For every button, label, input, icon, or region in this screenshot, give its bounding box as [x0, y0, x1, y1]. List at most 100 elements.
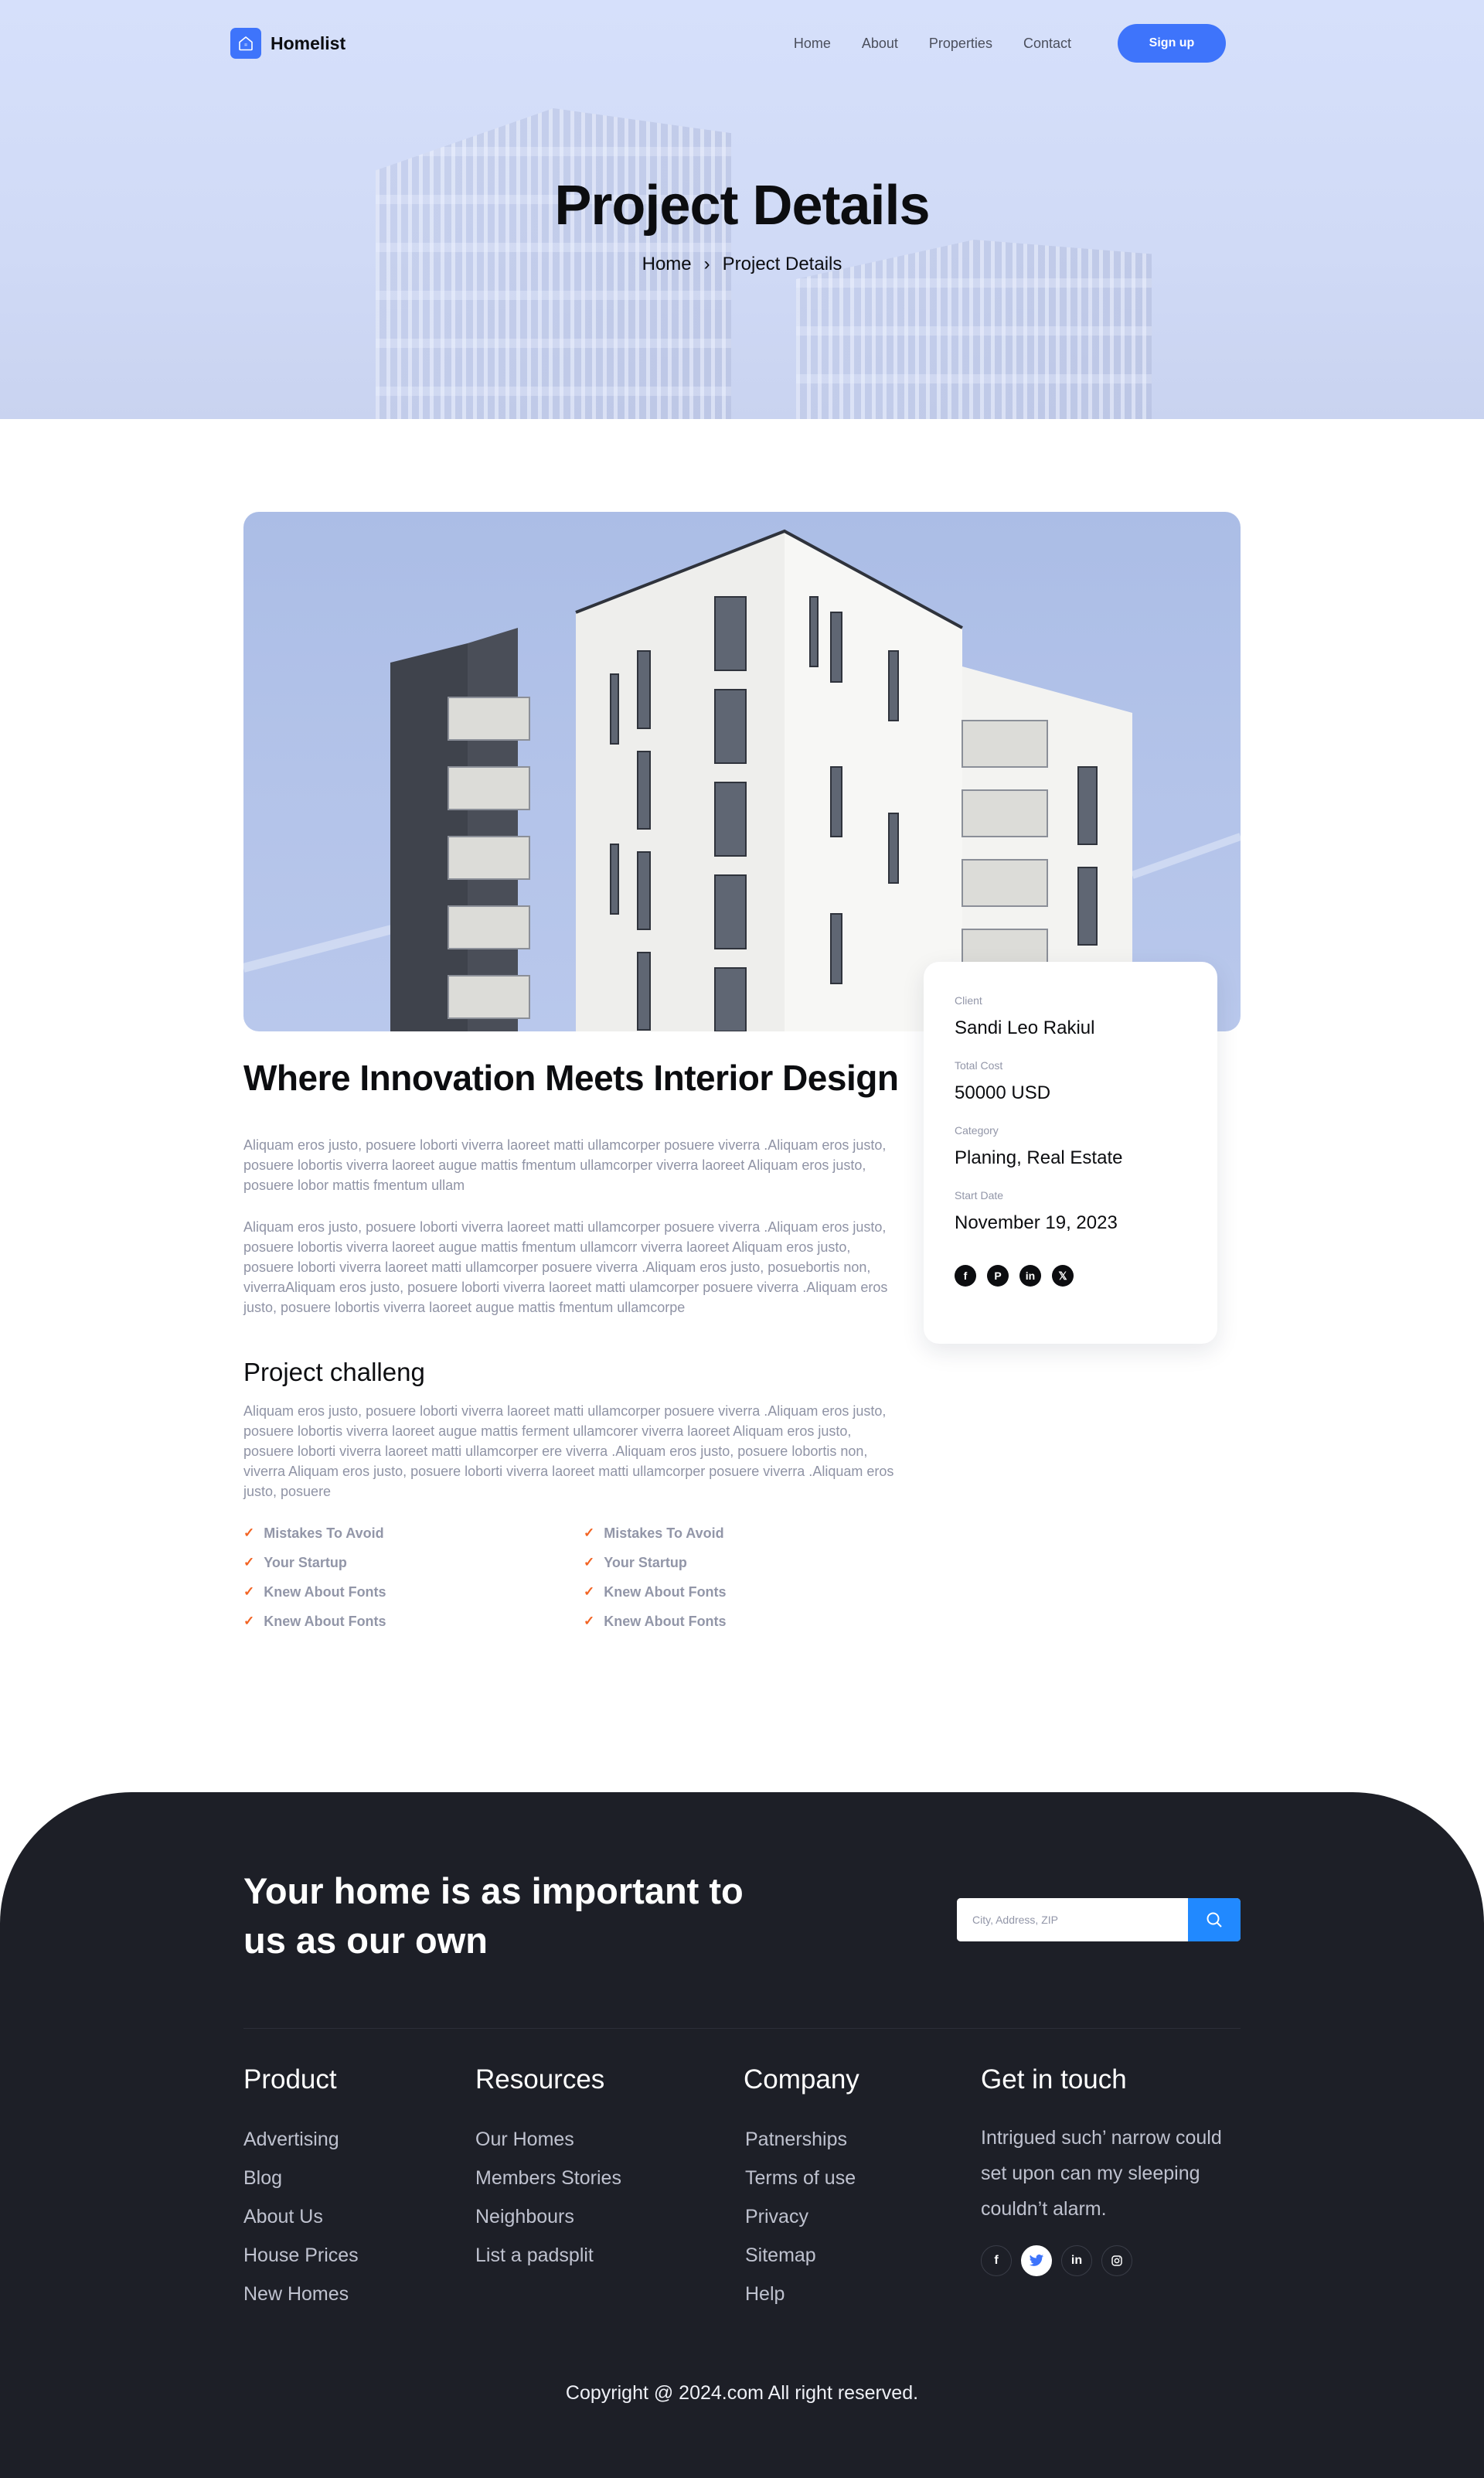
footer-column-product: Product Advertising Blog About Us House …	[243, 2064, 359, 2313]
hero-section: Homelist Home About Properties Contact S…	[0, 0, 1484, 419]
checklist-item: ✓ Knew About Fonts	[243, 1611, 584, 1631]
search-icon	[1207, 1912, 1222, 1928]
checklist-label: Mistakes To Avoid	[604, 1525, 724, 1541]
info-start-date: Start Date November 19, 2023	[955, 1189, 1186, 1234]
chevron-right-icon: ›	[703, 254, 710, 274]
info-client: Client Sandi Leo Rakiul	[955, 994, 1186, 1039]
checklist-label: Knew About Fonts	[264, 1583, 386, 1600]
footer-column-title: Company	[744, 2064, 859, 2095]
linkedin-icon[interactable]: in	[1019, 1265, 1041, 1287]
search-input[interactable]	[957, 1898, 1188, 1941]
checklist-label: Your Startup	[604, 1554, 687, 1570]
main-menu: Home About Properties Contact Sign up	[794, 24, 1226, 63]
footer-column-resources: Resources Our Homes Members Stories Neig…	[475, 2064, 621, 2275]
footer-link[interactable]: Neighbours	[475, 2197, 621, 2236]
check-icon: ✓	[584, 1525, 595, 1540]
footer-link[interactable]: Our Homes	[475, 2120, 621, 2159]
pinterest-icon[interactable]: P	[987, 1265, 1009, 1287]
x-icon[interactable]: 𝕏	[1052, 1265, 1074, 1287]
footer-link[interactable]: Patnerships	[744, 2120, 859, 2159]
checklist-item: ✓ Mistakes To Avoid	[243, 1523, 584, 1543]
check-icon: ✓	[243, 1614, 255, 1628]
checklist-label: Knew About Fonts	[264, 1613, 386, 1629]
brand[interactable]: Homelist	[230, 28, 345, 59]
project-info-card: Client Sandi Leo Rakiul Total Cost 50000…	[924, 962, 1217, 1344]
project-paragraph: Aliquam eros justo, posuere loborti vive…	[243, 1137, 887, 1193]
facebook-icon[interactable]: f	[981, 2245, 1012, 2276]
check-icon: ✓	[243, 1584, 255, 1599]
info-label: Client	[955, 994, 982, 1007]
twitter-icon[interactable]	[1021, 2245, 1052, 2276]
footer-social-icons: f in	[981, 2245, 1244, 2276]
footer-column-title: Resources	[475, 2064, 605, 2095]
nav-link-about[interactable]: About	[862, 36, 898, 52]
challenge-paragraph: Aliquam eros justo, posuere loborti vive…	[243, 1403, 894, 1499]
search-bar	[957, 1898, 1241, 1941]
house-logo-icon	[230, 28, 261, 59]
footer-column-title: Get in touch	[981, 2064, 1127, 2095]
facebook-icon[interactable]: f	[955, 1265, 976, 1287]
nav-link-contact[interactable]: Contact	[1023, 36, 1071, 52]
breadcrumb-current: Project Details	[722, 254, 842, 274]
footer-link[interactable]: List a padsplit	[475, 2236, 621, 2275]
info-value: November 19, 2023	[955, 1212, 1118, 1233]
info-label: Total Cost	[955, 1059, 1003, 1072]
footer: Your home is as important to us as our o…	[0, 1792, 1484, 2478]
challenge-heading: Project challeng	[243, 1358, 425, 1386]
footer-link[interactable]: House Prices	[243, 2236, 359, 2275]
checklist: ✓ Mistakes To Avoid ✓ Mistakes To Avoid ✓ Y…	[243, 1523, 900, 1631]
checklist-item: ✓ Your Startup	[243, 1553, 584, 1573]
project-heading: Where Innovation Meets Interior Design	[243, 1058, 899, 1098]
checklist-label: Knew About Fonts	[604, 1613, 727, 1629]
footer-link[interactable]: Sitemap	[744, 2236, 859, 2275]
footer-link[interactable]: Members Stories	[475, 2159, 621, 2197]
checklist-label: Your Startup	[264, 1554, 347, 1570]
check-icon: ✓	[584, 1614, 595, 1628]
info-label: Start Date	[955, 1189, 1004, 1202]
search-button[interactable]	[1188, 1898, 1241, 1941]
footer-column-company: Company Patnerships Terms of use Privacy…	[744, 2064, 859, 2313]
checklist-item: ✓ Knew About Fonts	[584, 1611, 924, 1631]
footer-touch-text: Intrigued such’ narrow could set upon ca…	[981, 2127, 1222, 2220]
info-total-cost: Total Cost 50000 USD	[955, 1059, 1186, 1104]
sign-up-button[interactable]: Sign up	[1118, 24, 1226, 63]
info-value: Sandi Leo Rakiul	[955, 1017, 1095, 1038]
page-title: Project Details	[554, 175, 930, 237]
footer-link[interactable]: About Us	[243, 2197, 359, 2236]
footer-link[interactable]: Privacy	[744, 2197, 859, 2236]
top-navigation: Homelist Home About Properties Contact S…	[230, 23, 1226, 63]
share-icons: f P in 𝕏	[955, 1265, 1186, 1287]
nav-link-home[interactable]: Home	[794, 36, 831, 52]
info-label: Category	[955, 1124, 999, 1137]
checklist-item: ✓ Knew About Fonts	[243, 1582, 584, 1602]
breadcrumb-home[interactable]: Home	[642, 254, 692, 275]
project-paragraph: Aliquam eros justo, posuere loborti vive…	[243, 1219, 888, 1315]
instagram-icon[interactable]	[1101, 2245, 1132, 2276]
checklist-label: Knew About Fonts	[604, 1583, 727, 1600]
brand-name: Homelist	[271, 32, 346, 53]
footer-column-title: Product	[243, 2064, 337, 2095]
checklist-item: ✓ Knew About Fonts	[584, 1582, 924, 1602]
copyright: Copyright @ 2024.com All right reserved.	[565, 2382, 919, 2404]
info-category: Category Planing, Real Estate	[955, 1124, 1186, 1169]
footer-divider	[243, 2028, 1241, 2029]
checklist-label: Mistakes To Avoid	[264, 1525, 384, 1541]
project-content: Where Innovation Meets Interior Design A…	[243, 1053, 900, 1631]
footer-link[interactable]: Blog	[243, 2159, 359, 2197]
checklist-item: ✓ Mistakes To Avoid	[584, 1523, 924, 1543]
project-section: Where Innovation Meets Interior Design A…	[0, 419, 1484, 1792]
footer-link[interactable]: Terms of use	[744, 2159, 859, 2197]
project-building-image	[243, 512, 1241, 1031]
check-icon: ✓	[584, 1584, 595, 1599]
info-value: Planing, Real Estate	[955, 1147, 1123, 1168]
footer-link[interactable]: Help	[744, 2275, 859, 2313]
linkedin-icon[interactable]: in	[1061, 2245, 1092, 2276]
nav-link-properties[interactable]: Properties	[929, 36, 992, 52]
breadcrumb: Home › Project Details	[0, 254, 1484, 275]
footer-column-get-in-touch: Get in touch Intrigued such’ narrow coul…	[981, 2064, 1244, 2276]
check-icon: ✓	[243, 1525, 255, 1540]
checklist-item: ✓ Your Startup	[584, 1553, 924, 1573]
check-icon: ✓	[243, 1555, 255, 1570]
footer-link[interactable]: New Homes	[243, 2275, 359, 2313]
footer-link[interactable]: Advertising	[243, 2120, 359, 2159]
